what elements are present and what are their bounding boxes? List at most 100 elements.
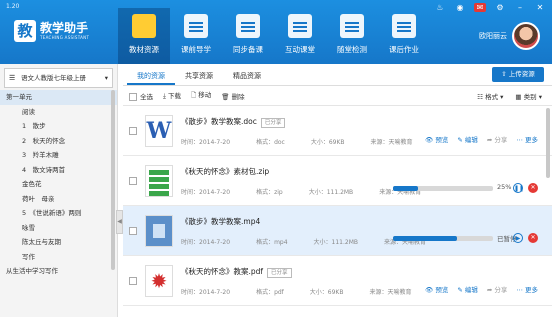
file-row[interactable]: 《秋天的怀念》素材包.zip 时间：2014-7-20 格式：zip 大小：111.… bbox=[123, 156, 552, 206]
progress-text: 25% bbox=[497, 183, 512, 191]
minimize-icon[interactable]: – bbox=[514, 3, 526, 12]
preview-button[interactable]: 👁 预览 bbox=[425, 134, 448, 144]
sidebar: 语文人教版七年级上册 第一单元 阅读 1 散步 2 秋天的怀念 3 羚羊木雕 4… bbox=[0, 64, 118, 317]
share-label: 分享 bbox=[494, 286, 508, 294]
nav-label: 教材资源 bbox=[129, 45, 159, 54]
skin-icon[interactable]: ◉ bbox=[454, 3, 466, 12]
edit-label: 编辑 bbox=[464, 286, 478, 294]
delete-button[interactable]: 🗑 删除 bbox=[221, 91, 244, 101]
upload-button[interactable]: ⇧ 上传资源 bbox=[492, 67, 544, 82]
sidebar-item-lesson[interactable]: 5 《世说新语》两则 bbox=[0, 206, 117, 221]
message-icon[interactable]: ✉ bbox=[474, 3, 486, 12]
nav-item-preview-guide[interactable]: 课前导学 bbox=[170, 8, 222, 64]
file-row[interactable]: ✹ 《秋天的怀念》教案.pdf 已分享 时间：2014-7-20 格式：pdf 大小：… bbox=[123, 256, 552, 306]
file-name[interactable]: 《秋天的怀念》教案.pdf 已分享 bbox=[181, 266, 292, 278]
collapse-sidebar-button[interactable]: ◀ bbox=[116, 210, 123, 234]
nav-item-homework[interactable]: 课后作业 bbox=[378, 8, 430, 64]
select-all-checkbox[interactable] bbox=[129, 92, 137, 101]
sidebar-item-writing[interactable]: 写作 bbox=[0, 250, 117, 265]
sidebar-item-unit[interactable]: 从生活中学习写作 bbox=[0, 264, 117, 279]
file-row[interactable]: 《散步》教学教案.mp4 时间：2014-7-20 格式：mp4 大小：111.2M… bbox=[123, 206, 552, 256]
user-info[interactable]: 欧阳丽云 bbox=[479, 22, 540, 50]
format-icon: ☷ bbox=[477, 92, 483, 101]
nav-item-interactive-class[interactable]: 互动课堂 bbox=[274, 8, 326, 64]
tab-premium-resources[interactable]: 精品资源 bbox=[223, 67, 271, 85]
sidebar-item-lesson[interactable]: 3 羚羊木雕 bbox=[0, 148, 117, 163]
avatar[interactable] bbox=[512, 22, 540, 50]
bell-icon[interactable]: ♨ bbox=[434, 3, 446, 12]
shared-badge: 已分享 bbox=[260, 118, 286, 128]
tab-shared-resources[interactable]: 共享资源 bbox=[175, 67, 223, 85]
select-all[interactable]: 全选 bbox=[129, 91, 153, 101]
folder-icon bbox=[132, 14, 156, 38]
file-name[interactable]: 《散步》教学教案.mp4 bbox=[181, 216, 260, 227]
nav-label: 同步备课 bbox=[233, 45, 263, 54]
sidebar-item-lesson[interactable]: 4 散文诗两首 bbox=[0, 163, 117, 178]
eye-icon: 👁 bbox=[425, 286, 434, 294]
row-checkbox[interactable] bbox=[129, 277, 137, 285]
file-actions: 👁 预览 ✎ 编辑 ➦ 分享 ⋯ 更多 bbox=[425, 134, 538, 144]
file-time: 时间：2014-7-20 bbox=[181, 289, 231, 296]
sidebar-item-lesson[interactable]: 陈太丘与友期 bbox=[0, 235, 117, 250]
progress-fill bbox=[393, 186, 418, 191]
textbook-select[interactable]: 语文人教版七年级上册 bbox=[4, 68, 113, 88]
more-icon: ⋯ bbox=[516, 136, 523, 144]
file-time: 时间：2014-7-20 bbox=[181, 189, 231, 196]
sidebar-item-lesson[interactable]: 1 散步 bbox=[0, 119, 117, 134]
category-icon: ▦ bbox=[515, 92, 522, 101]
file-time: 时间：2014-7-20 bbox=[181, 239, 231, 246]
move-icon: 🗋 bbox=[190, 91, 197, 99]
nav-label: 课后作业 bbox=[389, 45, 419, 54]
close-icon[interactable]: ✕ bbox=[534, 3, 546, 12]
edit-button[interactable]: ✎ 编辑 bbox=[457, 284, 478, 294]
app-title: 教学助手 bbox=[40, 21, 89, 35]
row-checkbox[interactable] bbox=[129, 227, 137, 235]
sidebar-item-lesson[interactable]: 荷叶 母亲 bbox=[0, 192, 117, 207]
nav-item-lesson-prep[interactable]: 同步备课 bbox=[222, 8, 274, 64]
nav-item-textbook-resources[interactable]: 教材资源 bbox=[118, 8, 170, 64]
file-source: 来源：天喻教育 bbox=[370, 139, 413, 146]
cancel-icon[interactable]: ✕ bbox=[528, 183, 538, 193]
share-button[interactable]: ➦ 分享 bbox=[487, 134, 508, 144]
file-name[interactable]: 《散步》教学教案.doc 已分享 bbox=[181, 116, 286, 128]
file-format: 格式：doc bbox=[256, 139, 285, 146]
download-progress-bar bbox=[393, 186, 493, 191]
sidebar-item-lesson[interactable]: 咏雪 bbox=[0, 221, 117, 236]
sidebar-item-lesson[interactable]: 2 秋天的怀念 bbox=[0, 134, 117, 149]
sidebar-scrollbar[interactable] bbox=[111, 90, 115, 270]
category-filter[interactable]: ▦ 类别 ▾ bbox=[515, 91, 542, 101]
pause-icon[interactable]: ❚❚ bbox=[513, 183, 524, 193]
edit-button[interactable]: ✎ 编辑 bbox=[457, 134, 478, 144]
resume-icon[interactable]: ▶ bbox=[513, 233, 523, 243]
file-size: 大小：69KB bbox=[310, 139, 345, 146]
preview-button[interactable]: 👁 预览 bbox=[425, 284, 448, 294]
file-row[interactable]: W 《散步》教学教案.doc 已分享 时间：2014-7-20 格式：doc 大小：6… bbox=[123, 106, 552, 156]
pdf-file-icon: ✹ bbox=[145, 265, 173, 297]
download-button[interactable]: ⤓ 下载 bbox=[163, 90, 181, 101]
file-actions: 👁 预览 ✎ 编辑 ➦ 分享 ⋯ 更多 bbox=[425, 284, 538, 294]
share-button[interactable]: ➦ 分享 bbox=[487, 284, 508, 294]
preview-label: 预览 bbox=[435, 286, 449, 294]
file-name-text: 《散步》教学教案.mp4 bbox=[181, 217, 261, 226]
app-logo: 教 教学助手 TEACHING ASSISTANT bbox=[14, 20, 89, 42]
lesson-plan-icon bbox=[236, 14, 260, 38]
tab-my-resources[interactable]: 我的资源 bbox=[127, 67, 175, 85]
row-checkbox[interactable] bbox=[129, 177, 137, 185]
move-button[interactable]: 🗋 移动 bbox=[191, 89, 211, 102]
download-icon: ⤓ bbox=[163, 92, 166, 100]
cancel-icon[interactable]: ✕ bbox=[528, 233, 538, 243]
settings-icon[interactable]: ⚙ bbox=[494, 3, 506, 12]
nav-item-in-class-quiz[interactable]: 随堂检测 bbox=[326, 8, 378, 64]
file-format: 格式：pdf bbox=[256, 289, 284, 296]
file-name[interactable]: 《秋天的怀念》素材包.zip bbox=[181, 166, 269, 177]
sidebar-item-lesson[interactable]: 金色花 bbox=[0, 177, 117, 192]
sidebar-item-reading[interactable]: 阅读 bbox=[0, 105, 117, 120]
shared-badge: 已分享 bbox=[267, 268, 292, 278]
file-name-text: 《秋天的怀念》教案.pdf bbox=[181, 267, 264, 276]
format-filter[interactable]: ☷ 格式 ▾ bbox=[477, 91, 503, 101]
content-scrollbar[interactable] bbox=[546, 108, 550, 178]
more-button[interactable]: ⋯ 更多 bbox=[516, 284, 538, 294]
more-button[interactable]: ⋯ 更多 bbox=[516, 134, 538, 144]
sidebar-item-unit-1[interactable]: 第一单元 bbox=[0, 90, 117, 105]
row-checkbox[interactable] bbox=[129, 127, 137, 135]
